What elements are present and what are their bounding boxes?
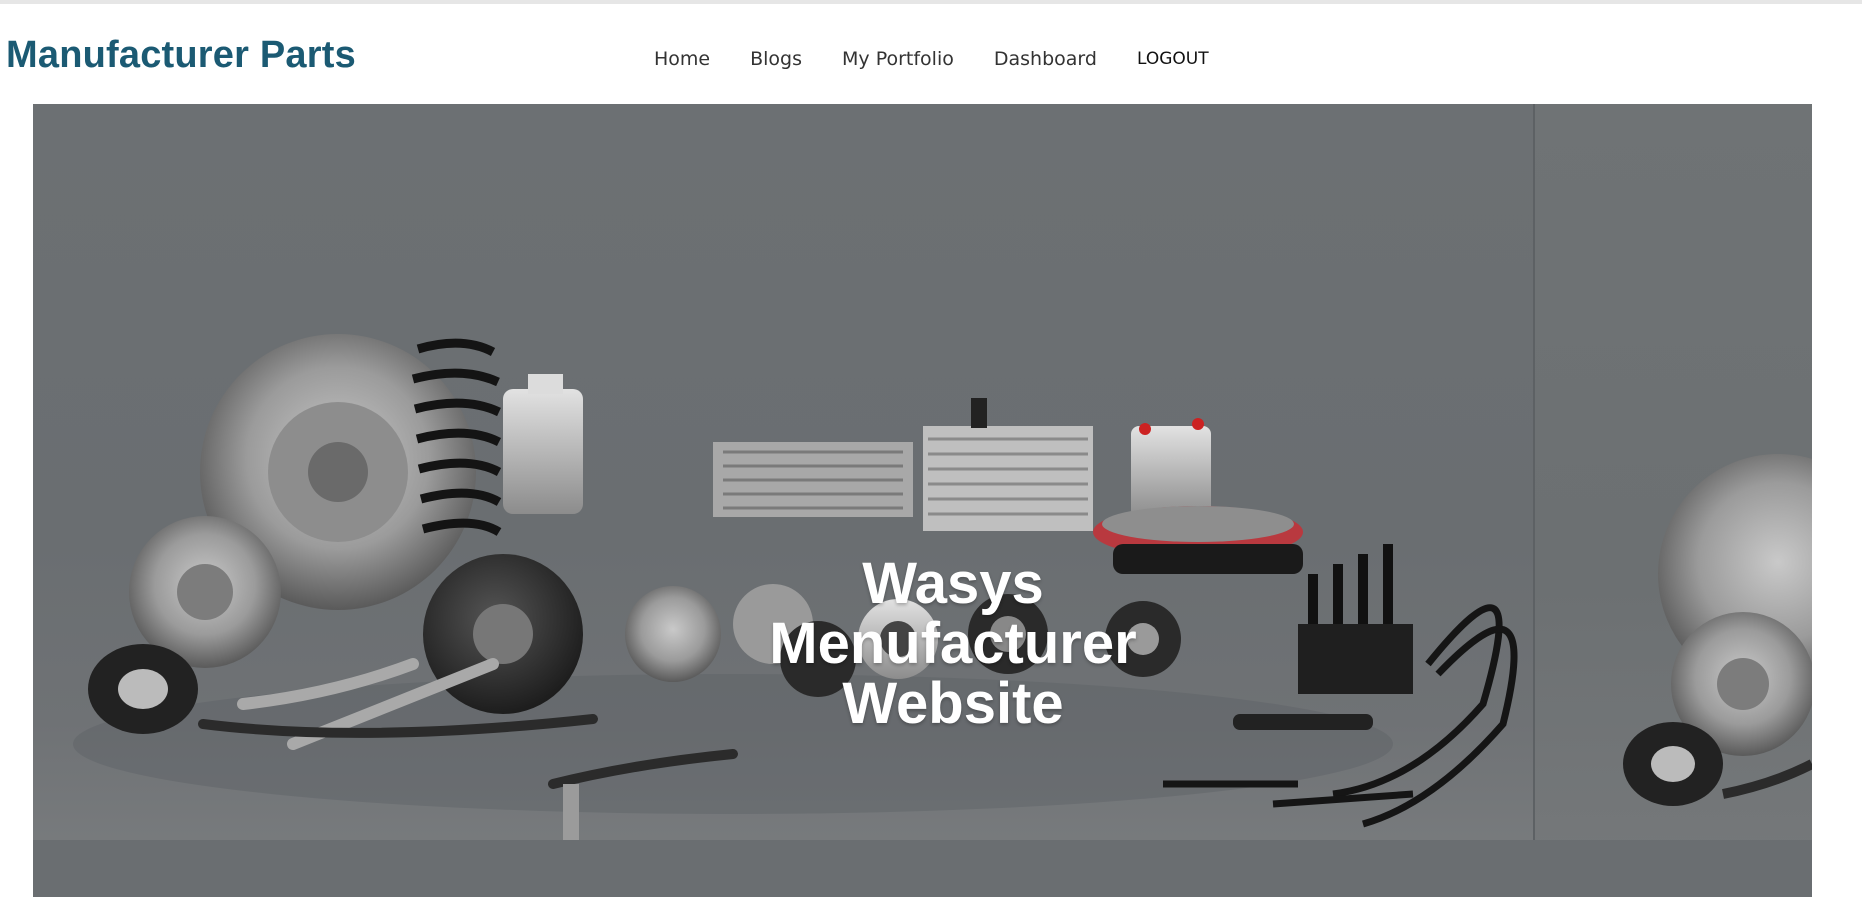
brand-logo[interactable]: Manufacturer Parts xyxy=(6,34,356,77)
nav-home-link[interactable]: Home xyxy=(654,48,710,70)
hero-title-line-1: Wasys xyxy=(862,551,1044,616)
logout-button[interactable]: LOGOUT xyxy=(1137,49,1209,69)
nav-portfolio-link[interactable]: My Portfolio xyxy=(842,48,954,70)
hero-banner: Wasys Menufacturer Website xyxy=(33,104,1812,897)
auto-parts-image xyxy=(73,334,1812,854)
navbar: Manufacturer Parts Home Blogs My Portfol… xyxy=(0,4,1862,104)
main-menu: Home Blogs My Portfolio Dashboard LOGOUT xyxy=(654,44,1209,74)
hero-bottom-band xyxy=(33,840,1812,897)
hero-title: Wasys Menufacturer Website xyxy=(753,554,1153,734)
nav-dashboard-link[interactable]: Dashboard xyxy=(994,48,1097,70)
hero-title-line-2: Menufacturer xyxy=(769,611,1137,676)
nav-blogs-link[interactable]: Blogs xyxy=(750,48,802,70)
hero-title-line-3: Website xyxy=(842,671,1064,736)
